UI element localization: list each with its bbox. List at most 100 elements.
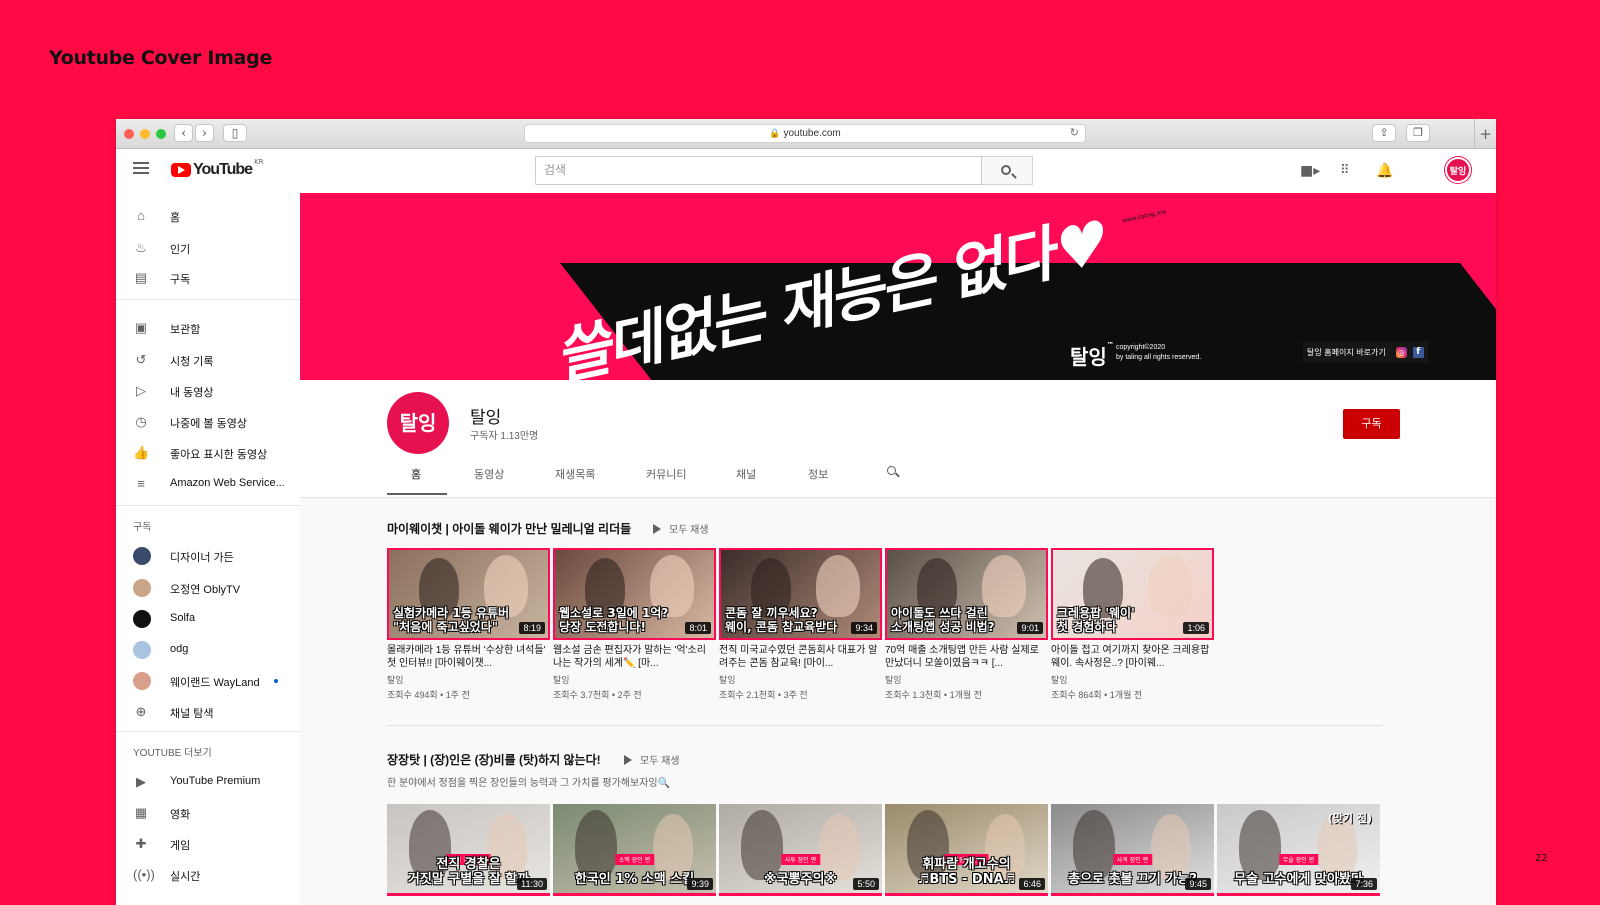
- subscriptions-icon: ▤: [134, 270, 148, 285]
- youtube-play-icon: [171, 163, 191, 177]
- facebook-icon[interactable]: f: [1412, 346, 1424, 358]
- sidebar-item-movies[interactable]: ▦ 영화: [116, 798, 300, 828]
- create-video-icon[interactable]: ■▸: [1300, 162, 1320, 180]
- sidebar-item-live[interactable]: ((•)) 실시간: [116, 860, 300, 890]
- instagram-icon[interactable]: ◎: [1395, 346, 1407, 358]
- sidebar-item-history[interactable]: ↺ 시청 기록: [116, 345, 300, 375]
- video-thumbnail[interactable]: 사투 장인 편 ※국뽕주의※ 5:50: [719, 804, 882, 896]
- play-icon: [653, 524, 661, 534]
- video-title[interactable]: 전직 미국교수였던 콘돔회사 대표가 알려주는 콘돔 참교육! [마이...: [719, 644, 882, 670]
- sidebar-item-subscriptions[interactable]: ▤ 구독: [116, 263, 300, 293]
- video-card[interactable]: 아이돌도 쓰다 걸린 소개팅앱 성공 비법? 9:01 70억 매출 소개팅앱 만든 …: [885, 548, 1048, 701]
- home-icon: ⌂: [137, 208, 145, 223]
- forward-icon[interactable]: ›: [195, 124, 214, 142]
- sidebar-item-my-videos[interactable]: ▷ 내 동영상: [116, 376, 300, 406]
- video-thumbnail[interactable]: 아이돌도 쓰다 걸린 소개팅앱 성공 비법? 9:01: [885, 548, 1048, 640]
- channel-avatar: [133, 641, 151, 659]
- sidebar-sub-channel[interactable]: 오정연 OblyTV: [116, 573, 300, 603]
- video-thumbnail[interactable]: 사격 장인 편 총으로 촛불 끄기 가능? 9:45: [1051, 804, 1214, 896]
- sidebar-sub-channel[interactable]: Solfa: [116, 604, 300, 634]
- shelf-description: 한 분야에서 정점을 찍은 장인들의 능력과 그 가치를 평가해보자잉🔍: [387, 778, 671, 789]
- sidebar-item-liked-videos[interactable]: 👍 좋아요 표시한 동영상: [116, 438, 300, 468]
- close-window-button[interactable]: [124, 129, 134, 139]
- youtube-header: YouTube KR 검색 ■▸ ⠿ 🔔 탈잉: [116, 149, 1496, 193]
- video-title[interactable]: 웹소설 금손 편집자가 말하는 '억'소리 나는 작가의 세계✏️ [마...: [553, 644, 716, 670]
- video-title[interactable]: 70억 매출 소개팅앱 만든 사람 실제로 만났더니 모쏠이였음ㅋㅋ [...: [885, 644, 1048, 670]
- account-avatar[interactable]: 탈잉: [1445, 157, 1471, 183]
- apps-icon[interactable]: ⠿: [1340, 162, 1350, 180]
- video-card[interactable]: 실험카메라 1등 유튜버 "처음에 죽고싶었다" 8:19 몰래카메라 1등 유튜버 …: [387, 548, 550, 701]
- video-card[interactable]: 크레용팝 '웨이' 첫 경험하다 1:06 아이돌 접고 여기까지 찾아온 크레용팝 …: [1051, 548, 1214, 701]
- video-title[interactable]: 아이돌 접고 여기까지 찾아온 크레용팝 웨이. 속사정은..? [마이웨...: [1051, 644, 1214, 670]
- tab-community[interactable]: 커뮤니티: [646, 466, 686, 482]
- video-channel[interactable]: 탈잉: [885, 673, 1048, 686]
- tab-videos[interactable]: 동영상: [474, 466, 504, 482]
- sidebar: ⌂ 홈 ♨ 인기 ▤ 구독 ▣ 보관함 ↺ 시청 기록 ▷ 내 동영상 ◷ 나중에 볼 동영상…: [116, 193, 300, 905]
- shelf-title[interactable]: 마이웨이챗 | 아이돌 웨이가 만난 밀레니얼 리더들: [387, 520, 631, 537]
- youtube-logo[interactable]: YouTube KR: [171, 158, 264, 179]
- video-thumbnail[interactable]: 실험카메라 1등 유튜버 "처음에 죽고싶었다" 8:19: [387, 548, 550, 640]
- video-card[interactable]: 웹소설로 3일에 1억? 당장 도전합니다! 8:01 웹소설 금손 편집자가 말하는…: [553, 548, 716, 701]
- sidebar-item-playlist[interactable]: ≡ Amazon Web Service...: [116, 469, 300, 499]
- reload-icon[interactable]: ↻: [1070, 125, 1079, 142]
- sidebar-sub-channel[interactable]: 디자이너 가든: [116, 541, 300, 571]
- zoom-window-button[interactable]: [156, 129, 166, 139]
- sidebar-divider: [116, 299, 300, 300]
- sidebar-sub-channel[interactable]: odg: [116, 635, 300, 665]
- play-all-button[interactable]: 모두 재생: [624, 752, 680, 767]
- play-icon: [624, 755, 632, 765]
- video-thumbnail[interactable]: 전직 경찰 장인 전직 경찰은 거짓말 구별을 잘 할까 11:30: [387, 804, 550, 896]
- sidebar-item-library[interactable]: ▣ 보관함: [116, 313, 300, 343]
- video-thumbnail[interactable]: 휘파람 장인 편 휘파람 개고수의 ♬BTS - DNA♬ 6:46: [885, 804, 1048, 896]
- video-card[interactable]: 콘돔 잘 끼우세요? 웨이, 콘돔 참교육받다 9:34 전직 미국교수였던 콘돔회사…: [719, 548, 882, 701]
- menu-icon[interactable]: [133, 162, 149, 174]
- sidebar-item-premium[interactable]: ▶ YouTube Premium: [116, 767, 300, 797]
- minimize-window-button[interactable]: [140, 129, 150, 139]
- slide-title: Youtube Cover Image: [49, 47, 273, 69]
- channel-avatar[interactable]: 탈잉: [387, 392, 449, 454]
- address-bar[interactable]: 🔒 youtube.com ↻: [524, 124, 1086, 143]
- page-number: 22: [1535, 853, 1548, 864]
- sidebar-item-trending[interactable]: ♨ 인기: [116, 233, 300, 263]
- channel-avatar: [133, 610, 151, 628]
- search-button[interactable]: [982, 156, 1033, 185]
- video-thumbnail[interactable]: 소맥 장인 편 한국인 1% 소맥 스킬 9:39: [553, 804, 716, 896]
- tab-playlists[interactable]: 재생목록: [555, 466, 595, 482]
- video-thumbnail[interactable]: 웹소설로 3일에 1억? 당장 도전합니다! 8:01: [553, 548, 716, 640]
- shelf-title[interactable]: 장장탓 | (장)인은 (장)비를 (탓)하지 않는다!: [387, 751, 601, 768]
- sidebar-sub-channel[interactable]: 웨이랜드 WayLand: [116, 666, 300, 696]
- sidebar-item-home[interactable]: ⌂ 홈: [116, 201, 300, 231]
- tabs-overview-icon[interactable]: ❐: [1406, 124, 1430, 142]
- video-channel[interactable]: 탈잉: [1051, 673, 1214, 686]
- video-channel[interactable]: 탈잉: [719, 673, 882, 686]
- play-all-button[interactable]: 모두 재생: [653, 521, 709, 536]
- video-channel[interactable]: 탈잉: [387, 673, 550, 686]
- sidebar-browse-channels[interactable]: ⊕ 채널 탐색: [116, 697, 300, 727]
- video-channel[interactable]: 탈잉: [553, 673, 716, 686]
- back-icon[interactable]: ‹: [174, 124, 193, 142]
- video-thumbnail[interactable]: 크레용팝 '웨이' 첫 경험하다 1:06: [1051, 548, 1214, 640]
- video-duration: 9:34: [851, 622, 877, 634]
- tab-channels[interactable]: 채널: [736, 466, 756, 482]
- video-duration: 9:01: [1017, 622, 1043, 634]
- tab-about[interactable]: 정보: [808, 466, 828, 482]
- sidebar-toggle-icon[interactable]: ▯: [223, 124, 247, 142]
- video-thumbnail[interactable]: 콘돔 잘 끼우세요? 웨이, 콘돔 참교육받다 9:34: [719, 548, 882, 640]
- browser-titlebar: ‹ › ▯ 🔒 youtube.com ↻ ⇪ ❐ +: [116, 119, 1496, 149]
- subscribe-button[interactable]: 구독: [1343, 409, 1400, 439]
- channel-avatar: [133, 547, 151, 565]
- video-thumbnail[interactable]: 무술 장인 편 무술 고수에게 맞아봤다 7:36 (맞기 전): [1217, 804, 1380, 896]
- episode-tag: 사투 장인 편: [780, 854, 821, 865]
- thumbnail-figure: [653, 814, 693, 880]
- search-input[interactable]: 검색: [535, 156, 982, 185]
- subscriber-count: 구독자 1.13만명: [470, 431, 539, 442]
- video-title[interactable]: 몰래카메라 1등 유튜버 '수상한 녀석들' 첫 인터뷰!! [마이웨이챗...: [387, 644, 550, 670]
- tab-home[interactable]: 홈: [411, 466, 421, 482]
- notifications-icon[interactable]: 🔔: [1376, 162, 1393, 180]
- share-icon[interactable]: ⇪: [1372, 124, 1396, 142]
- homepage-link[interactable]: 탈잉 홈페이지 바로가기: [1307, 347, 1386, 358]
- channel-search-icon[interactable]: [887, 466, 896, 475]
- new-tab-button[interactable]: +: [1474, 119, 1496, 149]
- sidebar-item-watch-later[interactable]: ◷ 나중에 볼 동영상: [116, 407, 300, 437]
- sidebar-item-gaming[interactable]: ✚ 게임: [116, 829, 300, 859]
